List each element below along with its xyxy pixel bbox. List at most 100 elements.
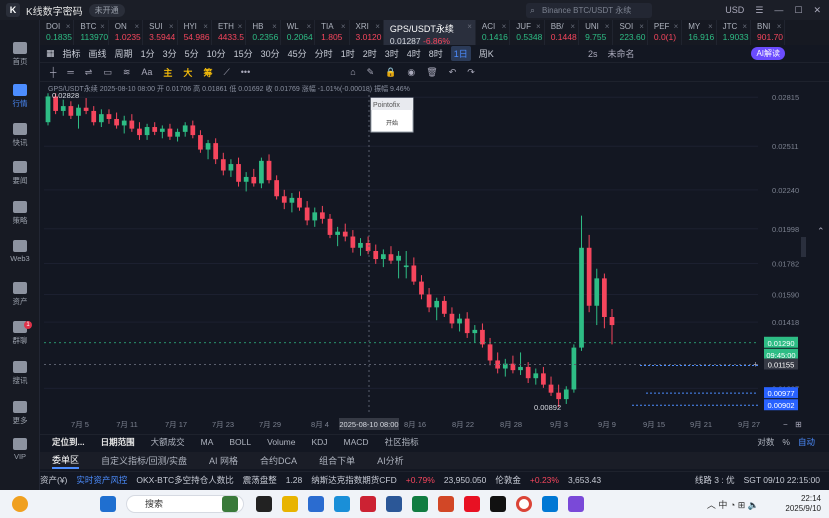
ticker-tab[interactable]: JTC 1.9033 × bbox=[717, 20, 752, 45]
ticker-tab[interactable]: WL 0.2064 × bbox=[281, 20, 316, 45]
scale-option-0[interactable]: 对数 bbox=[757, 437, 774, 447]
close-tab-icon[interactable]: × bbox=[375, 22, 380, 31]
indicator-2[interactable]: 大额成交 bbox=[151, 436, 185, 448]
taskview-icon[interactable] bbox=[256, 496, 272, 512]
account-badge[interactable]: 未开通 bbox=[88, 3, 125, 17]
layout-icon[interactable]: ▦ bbox=[46, 48, 55, 59]
ticker-tab[interactable]: BNI 901.70 × bbox=[751, 20, 786, 45]
toolbar-right-0[interactable]: 2s bbox=[588, 49, 598, 59]
zoom-icon[interactable]: ⊞ bbox=[795, 420, 802, 429]
sidebar-item-1[interactable]: 行情 bbox=[0, 84, 40, 109]
bottom-tab-5[interactable]: AI分析 bbox=[377, 454, 404, 467]
ticker-tab[interactable]: JUF 0.5348 × bbox=[510, 20, 545, 45]
toolbar-right-1[interactable]: 未命名 bbox=[608, 49, 635, 59]
sidebar-item-7[interactable]: 群聊 1 bbox=[0, 321, 40, 346]
indicator-1[interactable]: 日期范围 bbox=[101, 436, 135, 448]
ppt-icon[interactable] bbox=[438, 496, 454, 512]
sidebar-item-8[interactable]: 搜讯 bbox=[0, 361, 40, 386]
period-8[interactable]: 30分 bbox=[261, 47, 280, 60]
risk-control-link[interactable]: 实时资产风控 bbox=[76, 474, 127, 486]
tool-3[interactable]: 筹 bbox=[203, 66, 212, 79]
bottom-tab-1[interactable]: 自定义指标/回测/实盘 bbox=[101, 454, 187, 467]
indicator-6[interactable]: KDJ bbox=[311, 437, 327, 447]
app-icon[interactable] bbox=[308, 496, 324, 512]
sidebar-item-4[interactable]: 策略 bbox=[0, 201, 40, 226]
sidebar-item-5[interactable]: Web3 bbox=[0, 240, 40, 263]
ticker-tab[interactable]: BTC 113970 × bbox=[74, 20, 109, 45]
close-tab-icon[interactable]: × bbox=[135, 22, 140, 31]
symbol-search-input[interactable]: ⌕ Binance BTC/USDT 永续 bbox=[526, 3, 652, 18]
crosshair-icon[interactable]: ┼ bbox=[50, 67, 56, 77]
taskbar-clock[interactable]: 22:14 2025/9/10 bbox=[785, 494, 821, 514]
pen-icon[interactable]: ✎ bbox=[367, 67, 375, 78]
period-1[interactable]: 画线 bbox=[89, 47, 107, 60]
popup-start-button[interactable]: 开始 bbox=[386, 119, 398, 127]
close-tab-icon[interactable]: × bbox=[100, 22, 105, 31]
sidebar-item-2[interactable]: 快讯 bbox=[0, 123, 40, 148]
tray-icons[interactable]: ︿ 中 ◔ ⊞ 🔈 bbox=[707, 498, 759, 511]
edge-icon[interactable] bbox=[334, 496, 350, 512]
pointofix-popup[interactable]: Pointofix 开始 bbox=[370, 97, 414, 133]
sidebar-item-3[interactable]: 要闻 bbox=[0, 161, 40, 186]
indicator-4[interactable]: BOLL bbox=[229, 437, 251, 447]
indicator-0[interactable]: 定位到... bbox=[52, 436, 85, 448]
period-16[interactable]: 1日 bbox=[450, 46, 471, 61]
ticker-tab[interactable]: TIA 1.805 × bbox=[315, 20, 350, 45]
word-icon[interactable] bbox=[386, 496, 402, 512]
redo-icon[interactable]: ↷ bbox=[467, 67, 475, 78]
ticker-tab[interactable]: XRI 3.0120 × bbox=[350, 20, 384, 45]
hline-icon[interactable]: ═ bbox=[67, 67, 73, 77]
sidebar-item-9[interactable]: 更多 bbox=[0, 401, 40, 426]
ticker-tab[interactable]: BB/0.1448 × bbox=[545, 20, 580, 45]
currency-select[interactable]: USD bbox=[725, 5, 744, 15]
close-tab-icon[interactable]: × bbox=[502, 22, 507, 31]
period-17[interactable]: 周K bbox=[479, 47, 494, 60]
period-0[interactable]: 指标 bbox=[63, 47, 81, 60]
ticker-tab[interactable]: SOI 223.60 × bbox=[613, 20, 648, 45]
close-tab-icon[interactable]: × bbox=[272, 22, 277, 31]
close-tab-icon[interactable]: × bbox=[66, 22, 71, 31]
minimize-icon[interactable]: — bbox=[774, 5, 783, 15]
sidebar-item-10[interactable]: VIP bbox=[0, 438, 40, 461]
close-tab-icon[interactable]: × bbox=[570, 22, 575, 31]
magnet-icon[interactable]: ⌂ bbox=[350, 67, 355, 77]
period-14[interactable]: 4时 bbox=[407, 47, 421, 60]
line-icon[interactable]: ⟋ bbox=[223, 67, 229, 78]
period-12[interactable]: 2时 bbox=[363, 47, 377, 60]
period-4[interactable]: 3分 bbox=[163, 47, 177, 60]
bottom-tab-4[interactable]: 组合下单 bbox=[319, 454, 355, 467]
ticker-tab[interactable]: ETH 4433.5 × bbox=[212, 20, 247, 45]
ticker-tab[interactable]: ON 1.0235 × bbox=[109, 20, 144, 45]
network-line[interactable]: 线路 3 : 优 bbox=[695, 474, 735, 486]
indicator-3[interactable]: MA bbox=[201, 437, 214, 447]
sidebar-item-0[interactable]: 首页 bbox=[0, 42, 40, 67]
ticker-tab[interactable]: HB 0.2356 × bbox=[246, 20, 281, 45]
collapse-right-handle[interactable] bbox=[801, 237, 806, 257]
ticker-tab[interactable]: HYI 54.986 × bbox=[178, 20, 212, 45]
maximize-icon[interactable]: ☐ bbox=[794, 5, 802, 16]
ai-interpret-button[interactable]: AI解读 bbox=[751, 47, 785, 60]
rect-icon[interactable]: ▭ bbox=[103, 67, 112, 78]
close-tab-icon[interactable]: × bbox=[536, 22, 541, 31]
close-tab-icon[interactable]: × bbox=[238, 22, 243, 31]
zoom-out-icon[interactable]: − bbox=[783, 420, 788, 429]
bottom-tab-3[interactable]: 合约DCA bbox=[260, 454, 297, 467]
add-alert-icon[interactable]: + bbox=[753, 360, 758, 370]
indicator-8[interactable]: 社区指标 bbox=[385, 436, 419, 448]
app3-icon[interactable] bbox=[542, 496, 558, 512]
period-6[interactable]: 10分 bbox=[207, 47, 226, 60]
period-13[interactable]: 3时 bbox=[385, 47, 399, 60]
period-10[interactable]: 分时 bbox=[315, 47, 333, 60]
close-tab-icon[interactable]: × bbox=[306, 22, 311, 31]
tool-0[interactable]: Aa bbox=[141, 67, 152, 77]
close-tab-icon[interactable]: × bbox=[203, 22, 208, 31]
tool-1[interactable]: 主 bbox=[163, 66, 172, 79]
scale-option-1[interactable]: % bbox=[782, 437, 790, 447]
period-15[interactable]: 8时 bbox=[429, 47, 443, 60]
dots-icon[interactable]: ••• bbox=[241, 67, 250, 77]
trash-icon[interactable]: 🗑 bbox=[426, 67, 437, 78]
app2-icon[interactable] bbox=[360, 496, 376, 512]
close-tab-icon[interactable]: × bbox=[708, 22, 713, 31]
close-tab-icon[interactable]: × bbox=[341, 22, 346, 31]
sidebar-item-6[interactable]: 资产 bbox=[0, 282, 40, 307]
